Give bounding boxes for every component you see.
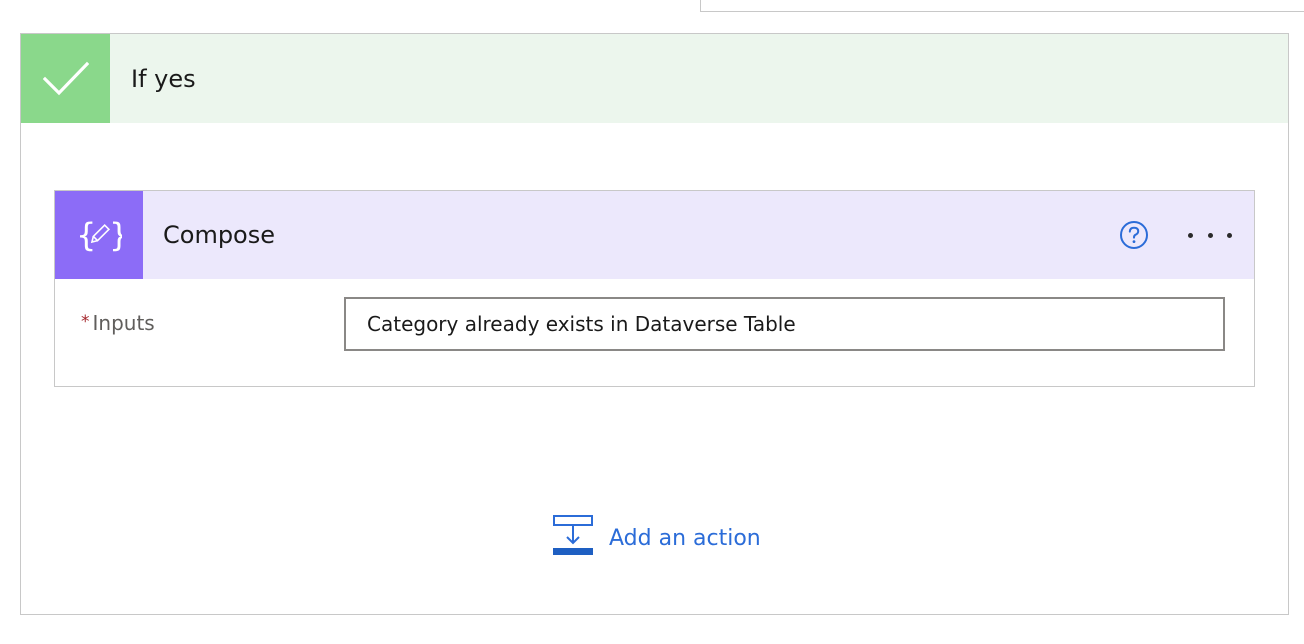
add-action-icon (553, 515, 594, 561)
inputs-value: Category already exists in Dataverse Tab… (367, 312, 796, 336)
more-dot (1207, 232, 1213, 238)
checkmark-icon (21, 34, 110, 123)
branch-title: If yes (131, 64, 196, 93)
compose-braces-pencil-icon: { } (55, 191, 143, 279)
add-action-label: Add an action (609, 525, 761, 551)
inputs-field[interactable]: Category already exists in Dataverse Tab… (344, 297, 1225, 351)
branch-header[interactable]: If yes (21, 34, 1288, 123)
more-dot (1227, 232, 1232, 238)
if-yes-branch: If yes { } Compose (20, 33, 1289, 615)
required-marker: * (81, 312, 90, 332)
add-action-button[interactable]: Add an action (553, 515, 761, 561)
inputs-field-row: * Inputs Category already exists in Datav… (55, 297, 1254, 353)
previous-card-edge (700, 0, 1304, 12)
more-options-icon[interactable] (1188, 219, 1232, 251)
help-circle-icon[interactable] (1118, 219, 1150, 251)
action-title: Compose (163, 221, 276, 249)
svg-text:{: { (76, 216, 96, 254)
inputs-label: * Inputs (81, 311, 155, 335)
action-header[interactable]: { } Compose (55, 191, 1254, 279)
svg-text:}: } (109, 216, 122, 254)
more-dot (1188, 232, 1193, 238)
compose-action-card: { } Compose (54, 190, 1255, 387)
inputs-label-text: Inputs (92, 311, 155, 335)
